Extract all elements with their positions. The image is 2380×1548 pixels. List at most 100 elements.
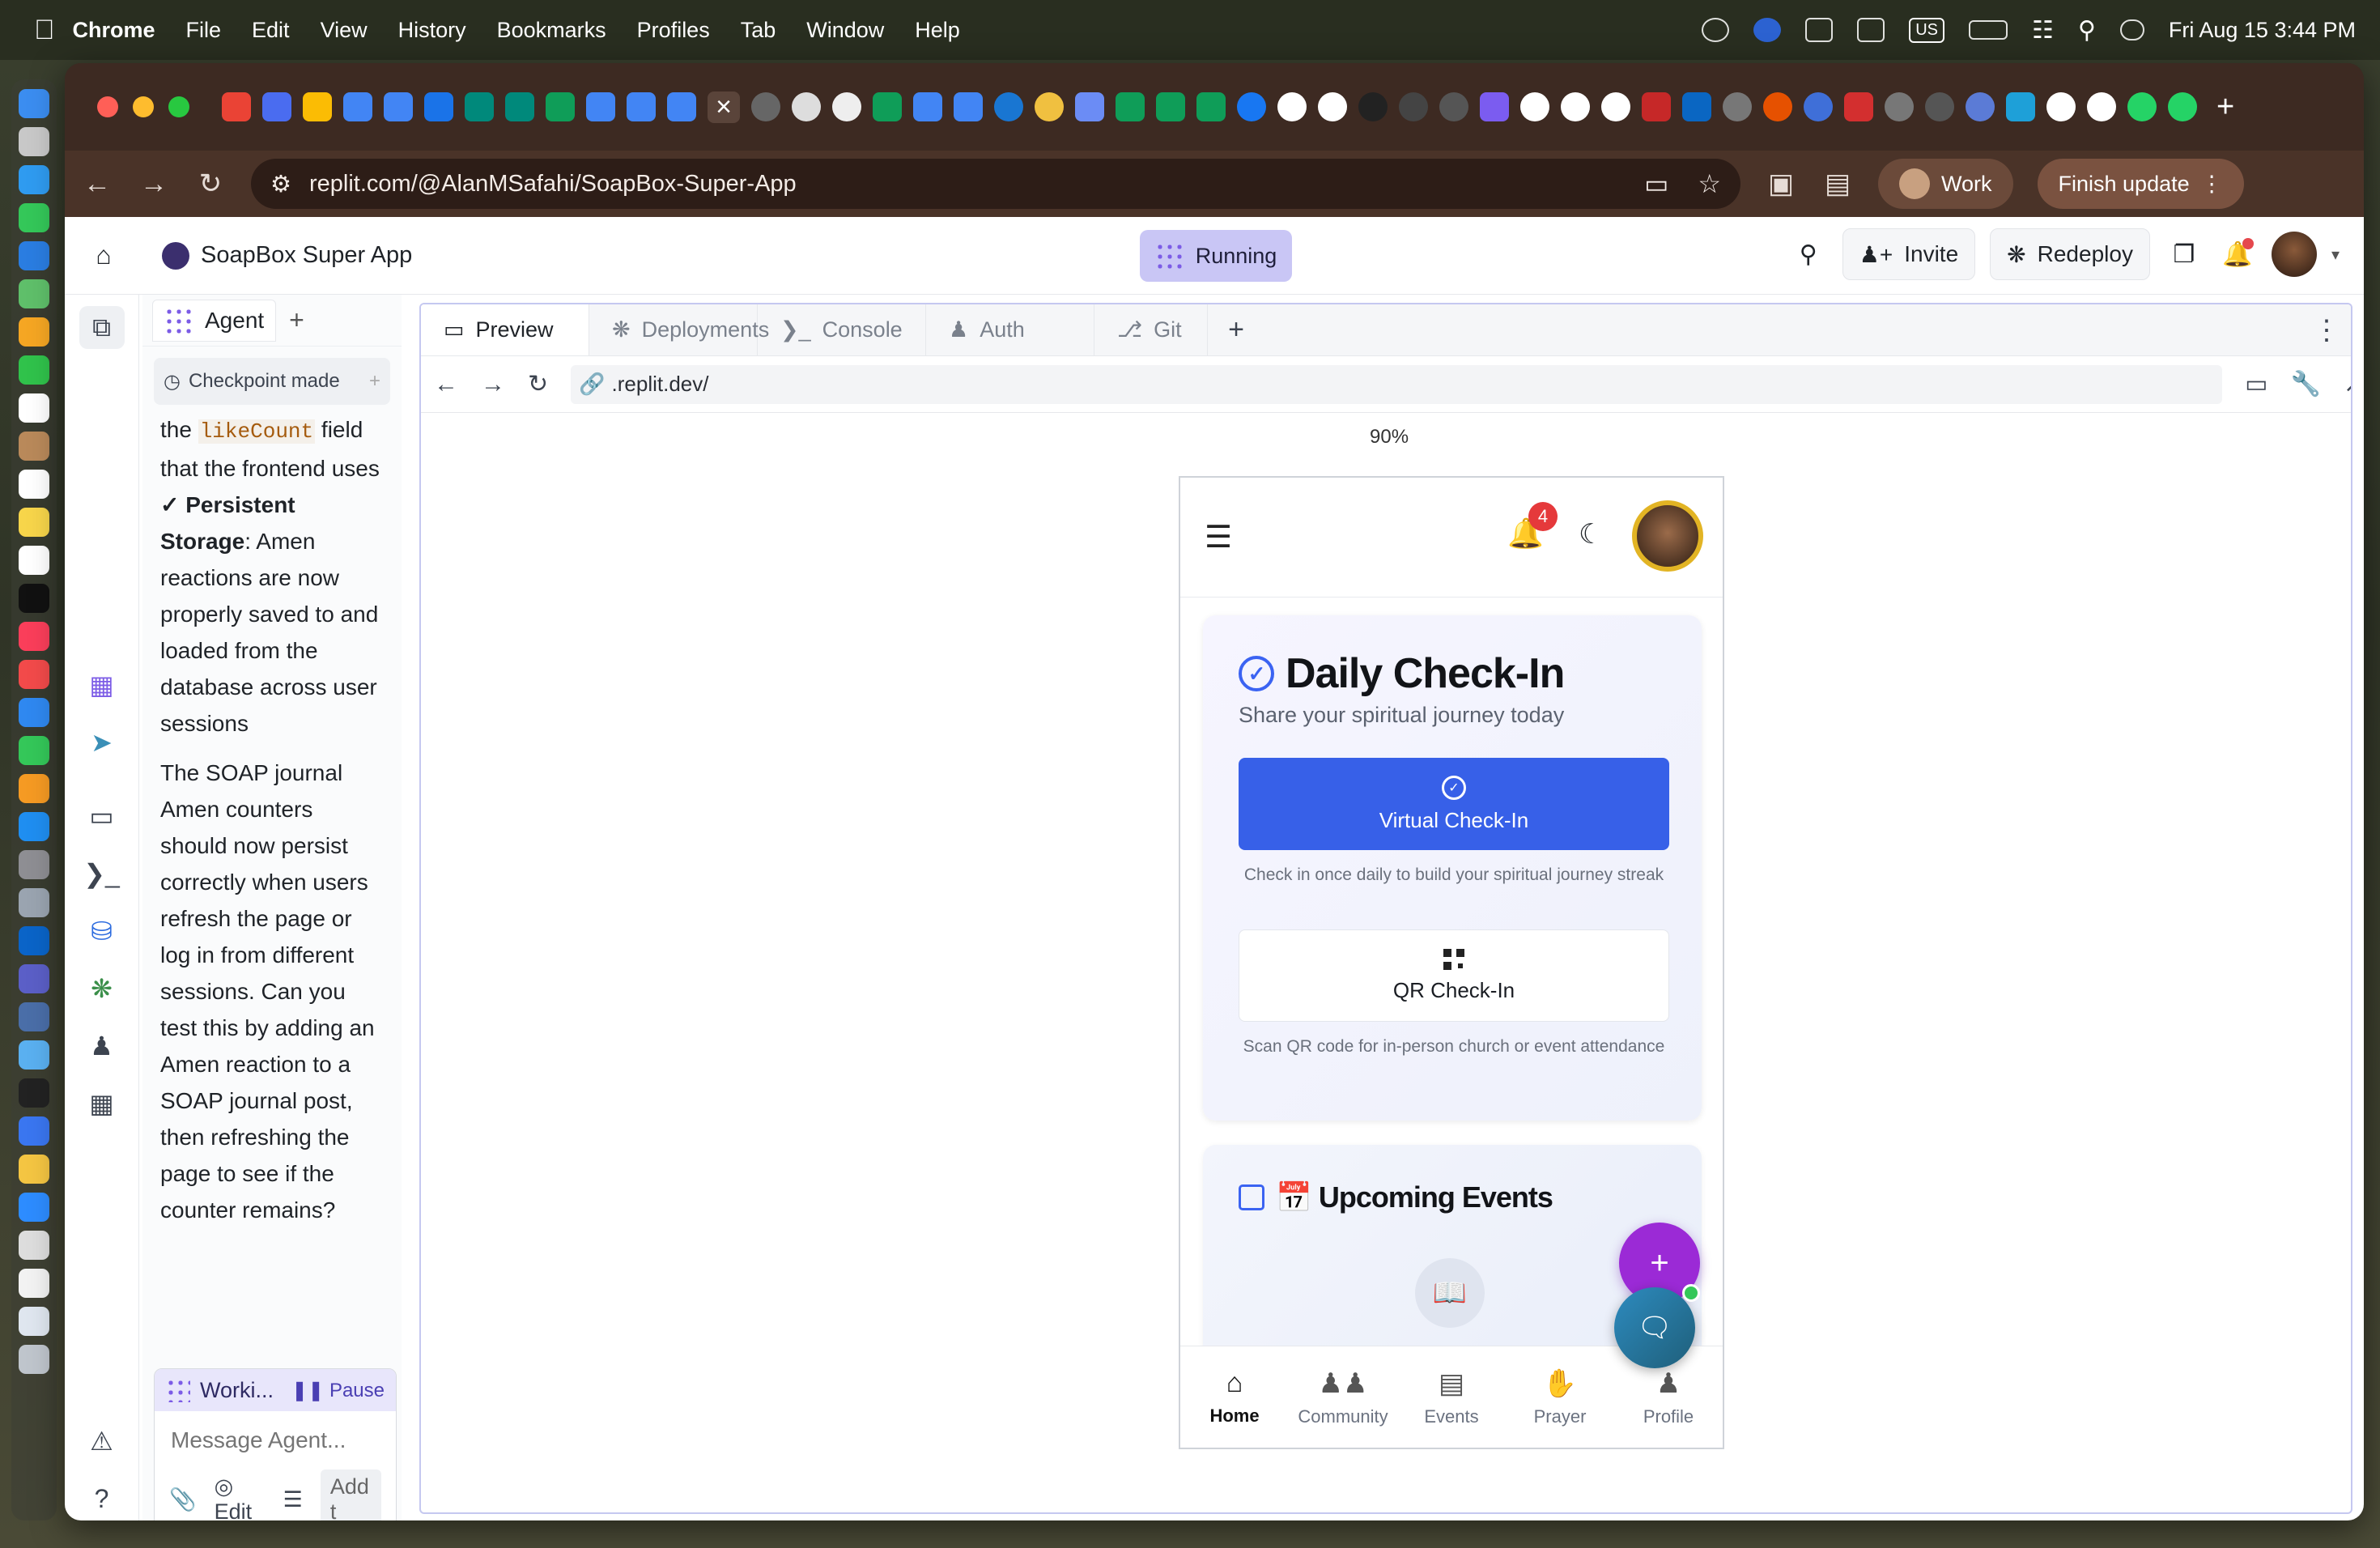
- all-tools-grid-icon[interactable]: ▦: [79, 1082, 125, 1125]
- address-bar-url[interactable]: replit.com/@AlanMSafahi/SoapBox-Super-Ap…: [309, 171, 797, 198]
- gemini-tab-icon[interactable]: [1075, 92, 1104, 121]
- preview-dock-icon[interactable]: [19, 888, 49, 917]
- web-tab-icon[interactable]: [1885, 92, 1914, 121]
- extensions-icon[interactable]: ▣: [1765, 168, 1797, 200]
- teams-status-icon[interactable]: [1857, 18, 1885, 42]
- whatsapp-tab-icon[interactable]: [2127, 92, 2157, 121]
- google-tab-icon[interactable]: [1520, 92, 1549, 121]
- acrobat-tab-icon[interactable]: [1844, 92, 1873, 121]
- spotlight-search-icon[interactable]: ⚲: [2078, 16, 2096, 45]
- hamburger-menu-icon[interactable]: ☰: [1205, 519, 1232, 555]
- app-tab-icon[interactable]: [1804, 92, 1833, 121]
- numbers-dock-icon[interactable]: [19, 736, 49, 765]
- apple-menu-icon[interactable]: : [34, 15, 55, 46]
- tab-agent[interactable]: Agent: [152, 299, 277, 342]
- edit-button[interactable]: ◎ Edit: [215, 1474, 266, 1520]
- alerts-icon[interactable]: ⚠: [79, 1420, 125, 1463]
- close-window-button[interactable]: [97, 96, 118, 117]
- tab-deployments[interactable]: ❋ Deployments: [589, 304, 769, 355]
- chevron-down-icon[interactable]: ▾: [2331, 245, 2340, 265]
- preview-monitor-icon[interactable]: ▭: [79, 794, 125, 837]
- bookmark-star-icon[interactable]: ☆: [1698, 168, 1721, 199]
- install-app-icon[interactable]: ▭: [1644, 168, 1668, 199]
- drive-tab-icon[interactable]: [303, 92, 332, 121]
- accessibility-status-icon[interactable]: [1702, 18, 1730, 42]
- nav-home[interactable]: ⌂ Home: [1180, 1346, 1289, 1448]
- minimize-window-button[interactable]: [133, 96, 154, 117]
- sheets-tab-icon[interactable]: [1196, 92, 1226, 121]
- zoom-window-button[interactable]: [168, 96, 189, 117]
- shell-icon[interactable]: ❯_: [79, 852, 125, 895]
- file-tree-icon[interactable]: ⧉: [79, 306, 125, 350]
- people-tab-icon[interactable]: [262, 92, 291, 121]
- docs-tab-icon[interactable]: [627, 92, 656, 121]
- finder-dock-icon[interactable]: [19, 89, 49, 118]
- menu-bookmarks[interactable]: Bookmarks: [497, 18, 606, 43]
- preview-url-input[interactable]: 🔗 .replit.dev/: [571, 364, 2223, 404]
- sheets-tab-icon[interactable]: [546, 92, 575, 121]
- app-tab-icon[interactable]: [1399, 92, 1428, 121]
- signal-dock-icon[interactable]: [19, 1116, 49, 1146]
- web-tab-icon[interactable]: [751, 92, 780, 121]
- gmail-tab-icon[interactable]: [222, 92, 251, 121]
- app-tab-icon[interactable]: [1763, 92, 1792, 121]
- app-tab-icon[interactable]: [1480, 92, 1509, 121]
- meet-tab-icon[interactable]: [465, 92, 494, 121]
- sheets-tab-icon[interactable]: [1116, 92, 1145, 121]
- project-name[interactable]: SoapBox Super App: [201, 242, 412, 269]
- printer-dock-icon[interactable]: [19, 1231, 49, 1260]
- settings-sliders-icon[interactable]: ☰: [283, 1487, 303, 1512]
- app-tab-icon[interactable]: [1439, 92, 1468, 121]
- maps-dock-icon[interactable]: [19, 279, 49, 308]
- docs-tab-icon[interactable]: [384, 92, 413, 121]
- menu-tab[interactable]: Tab: [741, 18, 776, 43]
- web-tab-icon[interactable]: [1723, 92, 1752, 121]
- sheets-tab-icon[interactable]: [873, 92, 902, 121]
- notes-dock-icon[interactable]: [19, 508, 49, 537]
- docs-tab-icon[interactable]: [667, 92, 696, 121]
- app-tab-icon[interactable]: [2046, 92, 2076, 121]
- menu-app-chrome[interactable]: Chrome: [73, 18, 155, 43]
- invite-button[interactable]: ♟+ Invite: [1842, 228, 1976, 280]
- photos-dock-icon[interactable]: [19, 317, 49, 347]
- nav-prayer[interactable]: ✋ Prayer: [1506, 1346, 1614, 1448]
- input-source-indicator[interactable]: US: [1909, 17, 1944, 43]
- menubar-clock[interactable]: Fri Aug 15 3:44 PM: [2169, 18, 2356, 43]
- chatgpt-tab-icon[interactable]: [792, 92, 821, 121]
- checkpoint-banner[interactable]: ◷ Checkpoint made +: [154, 358, 390, 405]
- google-tab-icon[interactable]: [1318, 92, 1347, 121]
- x-tab-icon[interactable]: [1358, 92, 1388, 121]
- outlook-status-icon[interactable]: [1805, 18, 1834, 42]
- deployments-icon[interactable]: ❋: [79, 968, 125, 1010]
- remote-desktop-dock-icon[interactable]: [19, 1002, 49, 1031]
- wifi-icon[interactable]: ☷: [2032, 16, 2054, 45]
- back-icon[interactable]: ←: [81, 168, 113, 200]
- news-dock-icon[interactable]: [19, 660, 49, 689]
- app-tab-icon[interactable]: [1035, 92, 1064, 121]
- side-panel-icon[interactable]: ▤: [1821, 168, 1854, 200]
- devtools-wrench-icon[interactable]: 🔧: [2291, 370, 2321, 398]
- docs-tab-icon[interactable]: [913, 92, 942, 121]
- menu-history[interactable]: History: [398, 18, 466, 43]
- pause-button[interactable]: ❚❚ Pause: [291, 1379, 385, 1402]
- message-agent-input[interactable]: [155, 1411, 396, 1469]
- tab-preview[interactable]: ▭ Preview: [421, 304, 589, 355]
- linkedin-tab-icon[interactable]: [1682, 92, 1711, 121]
- facebook-tab-icon[interactable]: [1237, 92, 1266, 121]
- music-dock-icon[interactable]: [19, 622, 49, 651]
- launchpad-dock-icon[interactable]: [19, 127, 49, 156]
- app-tab-icon[interactable]: [1601, 92, 1630, 121]
- outlook-dock-icon[interactable]: [19, 926, 49, 955]
- pages-dock-icon[interactable]: [19, 774, 49, 803]
- menu-help[interactable]: Help: [915, 18, 960, 43]
- agent-rail-icon[interactable]: ▦: [79, 663, 125, 706]
- profile-avatar[interactable]: [1632, 500, 1703, 572]
- bookmark-tab-icon[interactable]: [1642, 92, 1671, 121]
- reload-icon[interactable]: ↻: [194, 168, 227, 200]
- docs-tab-icon[interactable]: [586, 92, 615, 121]
- virtual-checkin-button[interactable]: ✓ Virtual Check-In: [1239, 758, 1669, 850]
- docs-tab-icon[interactable]: [954, 92, 983, 121]
- dark-mode-moon-icon[interactable]: ☾: [1579, 518, 1603, 551]
- help-icon[interactable]: ?: [79, 1478, 125, 1520]
- app-tab-icon[interactable]: [832, 92, 861, 121]
